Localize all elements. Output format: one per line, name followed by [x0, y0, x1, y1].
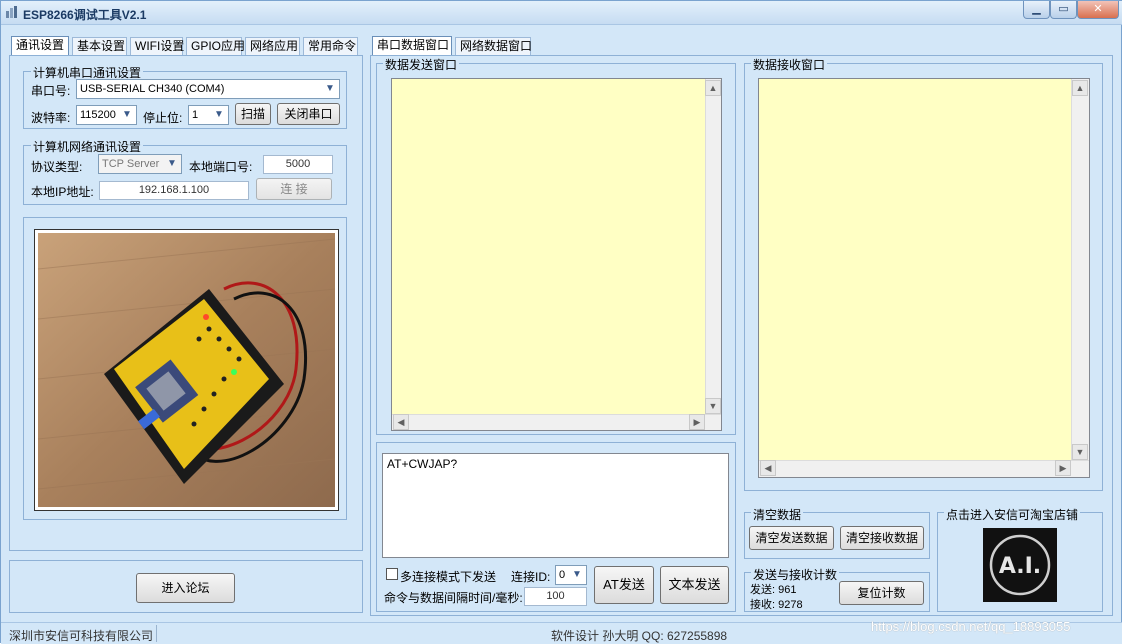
tab-gpio[interactable]: GPIO应用	[186, 37, 245, 55]
send-count: 发送: 961	[750, 584, 797, 596]
interval-label: 命令与数据间隔时间/毫秒:	[384, 591, 523, 605]
status-bar: 深圳市安信可科技有限公司 软件设计 孙大明 QQ: 627255898 http…	[1, 619, 1122, 644]
window-title: ESP8266调试工具V2.1	[23, 8, 147, 22]
tab-network-app[interactable]: 网络应用	[245, 37, 300, 55]
module-photo	[34, 229, 339, 511]
stop-bits-value: 1	[192, 109, 199, 121]
scroll-right-icon[interactable]: ▶	[1055, 460, 1071, 476]
connect-button[interactable]: 连 接	[256, 178, 332, 200]
baud-value: 115200	[80, 109, 116, 121]
scroll-up-icon[interactable]: ▲	[1072, 80, 1088, 96]
command-input[interactable]: AT+CWJAP?	[382, 453, 729, 558]
scroll-right-icon[interactable]: ▶	[689, 414, 705, 430]
tab-common-commands[interactable]: 常用命令	[303, 37, 358, 55]
protocol-select[interactable]: TCP Server ▼	[98, 154, 182, 174]
reset-count-button[interactable]: 复位计数	[839, 581, 924, 605]
clear-data-title: 清空数据	[751, 506, 804, 523]
network-group-title: 计算机网络通讯设置	[31, 138, 144, 155]
tab-network-data[interactable]: 网络数据窗口	[455, 37, 532, 55]
close-button[interactable]: ✕	[1077, 1, 1119, 19]
clear-recv-button[interactable]: 清空接收数据	[840, 526, 924, 550]
send-window-title: 数据发送窗口	[383, 56, 460, 73]
minimize-button[interactable]: ▁	[1023, 1, 1050, 19]
chevron-down-icon: ▼	[122, 109, 132, 120]
recv-window-title: 数据接收窗口	[751, 56, 828, 73]
scroll-up-icon[interactable]: ▲	[705, 80, 721, 96]
protocol-value: TCP Server	[102, 158, 160, 170]
interval-field[interactable]: 100	[524, 587, 587, 606]
send-horizontal-scrollbar[interactable]	[392, 414, 721, 430]
tab-wifi-settings[interactable]: WIFI设置	[130, 37, 184, 55]
baud-select[interactable]: 115200 ▼	[76, 105, 137, 125]
recv-horizontal-scrollbar[interactable]	[759, 460, 1089, 477]
tab-basic-settings[interactable]: 基本设置	[72, 37, 127, 55]
multi-conn-checkbox[interactable]	[386, 568, 398, 580]
protocol-label: 协议类型:	[31, 160, 83, 174]
app-icon	[6, 6, 17, 18]
maximize-button[interactable]: ▭	[1050, 1, 1077, 19]
conn-id-label: 连接ID:	[511, 570, 551, 584]
local-ip-label: 本地IP地址:	[31, 185, 94, 199]
at-send-button[interactable]: AT发送	[594, 566, 654, 604]
port-value: USB-SERIAL CH340 (COM4)	[80, 83, 225, 95]
shop-logo-icon: A.I.	[989, 534, 1051, 596]
recv-vertical-scrollbar[interactable]	[1071, 79, 1089, 460]
company-name: 深圳市安信可科技有限公司	[9, 629, 154, 643]
scan-button[interactable]: 扫描	[235, 103, 271, 125]
app-window: ESP8266调试工具V2.1 ▁ ▭ ✕ 通讯设置 基本设置 WIFI设置 G…	[0, 0, 1122, 644]
chevron-down-icon: ▼	[167, 158, 177, 169]
recv-textarea[interactable]	[758, 78, 1090, 478]
chevron-down-icon: ▼	[214, 109, 224, 120]
stop-bits-select[interactable]: 1 ▼	[188, 105, 229, 125]
watermark-text: https://blog.csdn.net/qq_18893055	[871, 619, 1071, 634]
port-label: 串口号:	[31, 84, 71, 98]
clear-send-button[interactable]: 清空发送数据	[749, 526, 834, 550]
text-send-button[interactable]: 文本发送	[660, 566, 729, 604]
multi-conn-label: 多连接模式下发送	[400, 570, 497, 584]
chevron-down-icon: ▼	[325, 83, 335, 94]
shop-logo-button[interactable]: A.I.	[983, 528, 1057, 602]
send-textarea[interactable]	[391, 78, 722, 431]
title-bar[interactable]: ESP8266调试工具V2.1 ▁ ▭ ✕	[1, 1, 1122, 25]
baud-label: 波特率:	[31, 111, 71, 125]
scroll-down-icon[interactable]: ▼	[1072, 444, 1088, 460]
port-select[interactable]: USB-SERIAL CH340 (COM4) ▼	[76, 79, 340, 99]
conn-id-value: 0	[559, 569, 566, 581]
designer-info: 软件设计 孙大明 QQ: 627255898	[551, 629, 728, 643]
local-port-label: 本地端口号:	[189, 160, 253, 174]
shop-title: 点击进入安信可淘宝店铺	[944, 506, 1081, 523]
local-ip-field[interactable]: 192.168.1.100	[99, 181, 249, 200]
local-port-field[interactable]: 5000	[263, 155, 333, 174]
enter-forum-button[interactable]: 进入论坛	[136, 573, 235, 603]
shop-logo-text: A.I.	[999, 554, 1041, 579]
tab-serial-data[interactable]: 串口数据窗口	[372, 36, 452, 56]
status-divider	[156, 625, 157, 642]
chevron-down-icon: ▼	[572, 569, 582, 580]
send-vertical-scrollbar[interactable]	[705, 79, 721, 414]
recv-count: 接收: 9278	[750, 599, 803, 611]
conn-id-select[interactable]: 0 ▼	[555, 565, 587, 585]
stop-bits-label: 停止位:	[143, 111, 183, 125]
scroll-left-icon[interactable]: ◀	[760, 460, 776, 476]
close-port-button[interactable]: 关闭串口	[277, 103, 340, 125]
tab-comm-settings[interactable]: 通讯设置	[11, 36, 69, 56]
scroll-down-icon[interactable]: ▼	[705, 398, 721, 414]
scroll-left-icon[interactable]: ◀	[393, 414, 409, 430]
